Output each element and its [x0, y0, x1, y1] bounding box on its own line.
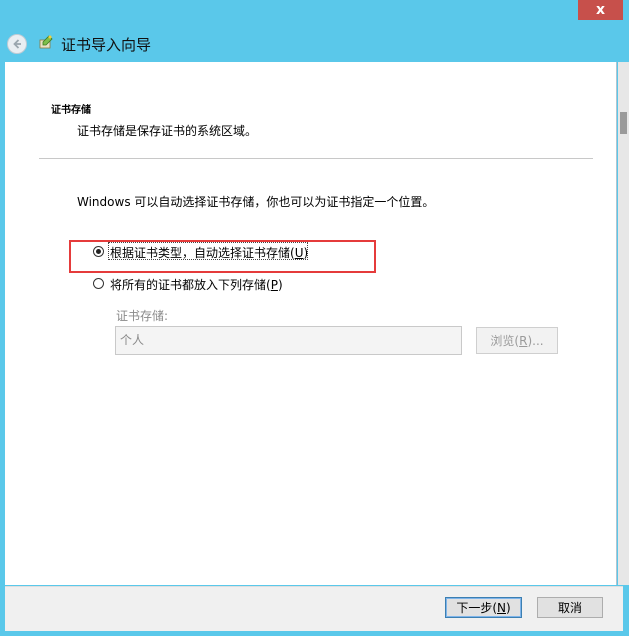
- wizard-content: 证书存储 证书存储是保存证书的系统区域。 Windows 可以自动选择证书存储，…: [5, 62, 617, 585]
- manual-store-radio[interactable]: [93, 278, 104, 289]
- intro-text: Windows 可以自动选择证书存储，你也可以为证书指定一个位置。: [77, 195, 435, 209]
- back-arrow-icon: [13, 39, 21, 49]
- auto-store-label[interactable]: 根据证书类型，自动选择证书存储(U): [110, 244, 308, 261]
- cancel-button[interactable]: 取消: [537, 597, 603, 618]
- store-label: 证书存储:: [116, 309, 169, 323]
- close-icon: x: [595, 2, 606, 18]
- divider: [39, 158, 593, 159]
- wizard-window: x 证书导入向导 证书存储 证书存储是保存证书的系统区域。 Windows 可以…: [0, 0, 629, 636]
- manual-store-label[interactable]: 将所有的证书都放入下列存储(P): [110, 276, 283, 293]
- scrollbar-thumb[interactable]: [620, 112, 627, 134]
- certificate-wizard-icon: [39, 35, 53, 49]
- store-field[interactable]: 个人: [115, 326, 462, 355]
- wizard-header: 证书导入向导: [0, 22, 629, 62]
- wizard-footer: 下一步(N) 取消: [5, 586, 623, 631]
- section-description: 证书存储是保存证书的系统区域。: [77, 124, 258, 138]
- back-button[interactable]: [7, 34, 27, 54]
- auto-store-radio[interactable]: [93, 246, 104, 257]
- browse-button[interactable]: 浏览(R)...: [476, 327, 558, 354]
- close-button[interactable]: x: [578, 0, 623, 20]
- scrollbar-track[interactable]: [618, 62, 629, 585]
- next-button[interactable]: 下一步(N): [445, 597, 522, 618]
- wizard-title: 证书导入向导: [61, 36, 152, 54]
- section-title: 证书存储: [51, 105, 91, 116]
